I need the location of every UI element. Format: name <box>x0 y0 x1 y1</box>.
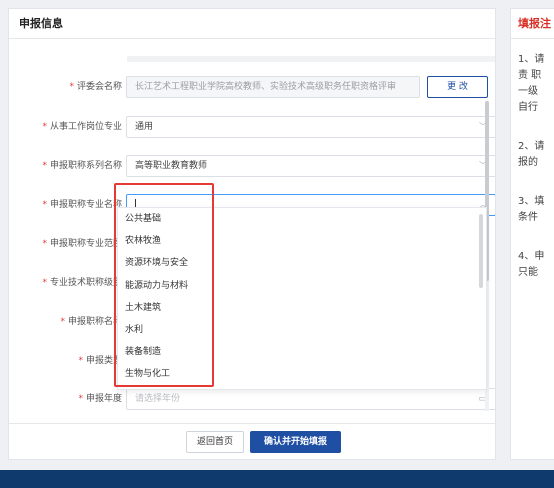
title-name-label: * 申报职称名称 <box>60 317 122 327</box>
note-line: 1、请 <box>518 54 545 65</box>
confirm-start-button[interactable]: 确认并开始填报 <box>250 431 341 453</box>
series-label: * 申报职称系列名称 <box>42 161 122 171</box>
form-footer: 返回首页 确认并开始填报 <box>9 423 495 459</box>
panel-title: 申报信息 <box>9 9 495 39</box>
year-row: * 申报年度 请选择年份 ▭ <box>9 388 495 410</box>
note-line: 自行 <box>518 102 538 113</box>
dropdown-scrollbar-thumb[interactable] <box>479 214 483 288</box>
dropdown-option[interactable]: 装备制造 <box>118 341 486 363</box>
notes-panel: 填报注 1、请 责 职 一级 自行 2、请 报的 3、填 条件 4、申 只能 <box>510 8 554 460</box>
note-line: 一级 <box>518 86 538 97</box>
back-home-button[interactable]: 返回首页 <box>186 431 244 453</box>
specialty-label: * 申报职称专业名称 <box>42 200 122 210</box>
note-line: 报的 <box>518 157 538 168</box>
scroll-top-strip <box>127 56 495 62</box>
note-line: 责 职 <box>518 70 542 81</box>
year-picker[interactable]: 请选择年份 ▭ <box>126 388 495 410</box>
series-select[interactable]: 高等职业教育教师 ﹀ <box>126 155 495 177</box>
type-label: * 申报类型 <box>78 356 122 366</box>
note-line: 4、申 <box>518 251 545 262</box>
major-select[interactable]: 通用 ﹀ <box>126 116 495 138</box>
note-line: 2、请 <box>518 141 545 152</box>
major-row: * 从事工作岗位专业 通用 ﹀ <box>9 116 495 138</box>
dropdown-option[interactable]: 土木建筑 <box>118 297 486 319</box>
level-label: * 专业技术职称级别 <box>42 278 122 288</box>
dropdown-option[interactable]: 能源动力与材料 <box>118 275 486 297</box>
major-label: * 从事工作岗位专业 <box>42 122 122 132</box>
dropdown-option[interactable]: 资源环境与安全 <box>118 252 486 274</box>
series-row: * 申报职称系列名称 高等职业教育教师 ﹀ <box>9 155 495 177</box>
dropdown-option[interactable]: 生物与化工 <box>118 363 486 385</box>
specialty-dropdown[interactable]: 公共基础 农林牧渔 资源环境与安全 能源动力与材料 土木建筑 水利 装备制造 生… <box>117 207 487 390</box>
note-line: 条件 <box>518 212 538 223</box>
note-line: 3、填 <box>518 196 545 207</box>
bottom-bar <box>0 470 554 488</box>
dropdown-option[interactable]: 水利 <box>118 319 486 341</box>
change-committee-button[interactable]: 更 改 <box>427 76 488 98</box>
scope-label: * 申报职称专业范围 <box>42 239 122 249</box>
year-label: * 申报年度 <box>78 394 122 404</box>
dropdown-option[interactable]: 公共基础 <box>118 208 486 230</box>
committee-row: * 评委会名称 长江艺术工程职业学院高校教师、实验技术高级职务任职资格评审 更 改 <box>9 76 495 98</box>
dropdown-option[interactable]: 农林牧渔 <box>118 230 486 252</box>
committee-field: 长江艺术工程职业学院高校教师、实验技术高级职务任职资格评审 <box>126 76 420 98</box>
notes-title: 填报注 <box>511 9 554 39</box>
note-line: 只能 <box>518 267 538 278</box>
committee-label: * 评委会名称 <box>69 82 122 92</box>
